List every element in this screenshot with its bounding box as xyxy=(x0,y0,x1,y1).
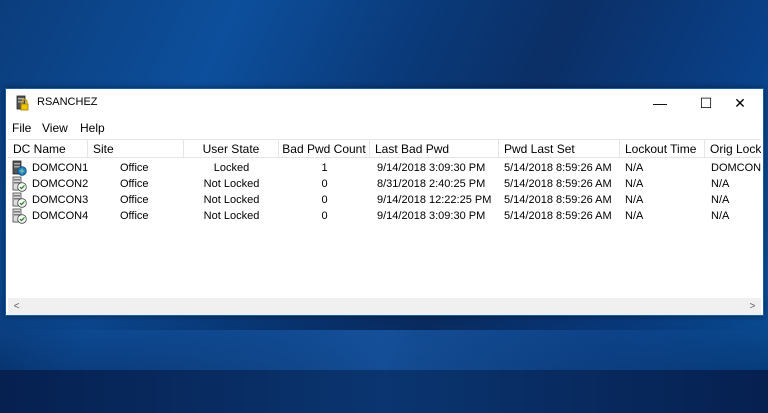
server-ok-icon xyxy=(12,192,27,208)
user-state-cell: Locked xyxy=(213,162,250,174)
dc-name-cell: DOMCON4 xyxy=(32,210,88,222)
last-bad-pwd-cell: 8/31/2018 2:40:25 PM xyxy=(377,178,486,190)
orig-lock-cell: DOMCON1 xyxy=(711,162,761,174)
server-ok-icon xyxy=(12,176,27,192)
orig-lock-cell: N/A xyxy=(711,194,730,206)
header-user-state[interactable]: User State xyxy=(184,140,279,158)
window-title: RSANCHEZ xyxy=(37,96,98,108)
table-row[interactable]: DOMCON1 Office Locked 1 9/14/2018 3:09:3… xyxy=(8,160,761,176)
locked-server-icon xyxy=(12,160,27,176)
pwd-last-set-cell: 5/14/2018 8:59:26 AM xyxy=(504,194,612,206)
lockout-time-cell: N/A xyxy=(625,194,644,206)
menu-bar: File View Help xyxy=(6,118,763,138)
scroll-left-arrow-icon[interactable]: < xyxy=(8,298,25,315)
header-site[interactable]: Site xyxy=(88,140,184,158)
pwd-last-set-cell: 5/14/2018 8:59:26 AM xyxy=(504,162,612,174)
menu-help[interactable]: Help xyxy=(80,121,105,135)
dc-name-cell: DOMCON2 xyxy=(32,178,88,190)
orig-lock-cell: N/A xyxy=(711,178,730,190)
last-bad-pwd-cell: 9/14/2018 3:09:30 PM xyxy=(377,162,486,174)
lock-app-icon xyxy=(16,95,29,111)
lockout-time-cell: N/A xyxy=(625,210,644,222)
column-header-row: DC Name Site User State Bad Pwd Count La… xyxy=(8,140,761,158)
close-button[interactable]: ✕ xyxy=(717,89,763,117)
menu-file[interactable]: File xyxy=(12,121,31,135)
bad-pwd-count-cell: 0 xyxy=(321,194,328,206)
horizontal-scrollbar[interactable]: < > xyxy=(8,298,761,315)
pwd-last-set-cell: 5/14/2018 8:59:26 AM xyxy=(504,210,612,222)
wallpaper-dark-band xyxy=(0,370,768,413)
site-cell: Office xyxy=(120,194,149,206)
header-bad-pwd-count[interactable]: Bad Pwd Count xyxy=(279,140,370,158)
bad-pwd-count-cell: 0 xyxy=(321,210,328,222)
lockout-status-window: RSANCHEZ — ☐ ✕ File View Help DC Name Si… xyxy=(5,88,764,316)
site-cell: Office xyxy=(120,210,149,222)
lockout-time-cell: N/A xyxy=(625,178,644,190)
header-dc-name[interactable]: DC Name xyxy=(8,140,88,158)
table-row[interactable]: DOMCON2 Office Not Locked 0 8/31/2018 2:… xyxy=(8,176,761,192)
wallpaper-light-band xyxy=(0,330,768,370)
title-bar[interactable]: RSANCHEZ — ☐ ✕ xyxy=(6,89,763,117)
header-last-bad-pwd[interactable]: Last Bad Pwd xyxy=(370,140,499,158)
orig-lock-cell: N/A xyxy=(711,210,730,222)
menu-view[interactable]: View xyxy=(42,121,68,135)
last-bad-pwd-cell: 9/14/2018 3:09:30 PM xyxy=(377,210,486,222)
header-pwd-last-set[interactable]: Pwd Last Set xyxy=(499,140,620,158)
pwd-last-set-cell: 5/14/2018 8:59:26 AM xyxy=(504,178,612,190)
user-state-cell: Not Locked xyxy=(203,194,260,206)
header-lockout-time[interactable]: Lockout Time xyxy=(620,140,705,158)
scroll-right-arrow-icon[interactable]: > xyxy=(744,298,761,315)
user-state-cell: Not Locked xyxy=(203,178,260,190)
table-row[interactable]: DOMCON4 Office Not Locked 0 9/14/2018 3:… xyxy=(8,208,761,224)
server-ok-icon xyxy=(12,208,27,224)
lockout-time-cell: N/A xyxy=(625,162,644,174)
dc-name-cell: DOMCON1 xyxy=(32,162,88,174)
bad-pwd-count-cell: 0 xyxy=(321,178,328,190)
site-cell: Office xyxy=(120,178,149,190)
header-orig-lock[interactable]: Orig Lock xyxy=(705,140,761,158)
table-row[interactable]: DOMCON3 Office Not Locked 0 9/14/2018 12… xyxy=(8,192,761,208)
bad-pwd-count-cell: 1 xyxy=(321,162,328,174)
last-bad-pwd-cell: 9/14/2018 12:22:25 PM xyxy=(377,194,492,206)
site-cell: Office xyxy=(120,162,149,174)
minimize-button[interactable]: — xyxy=(637,89,683,117)
dc-name-cell: DOMCON3 xyxy=(32,194,88,206)
user-state-cell: Not Locked xyxy=(203,210,260,222)
dc-list-view[interactable]: DC Name Site User State Bad Pwd Count La… xyxy=(8,139,761,315)
